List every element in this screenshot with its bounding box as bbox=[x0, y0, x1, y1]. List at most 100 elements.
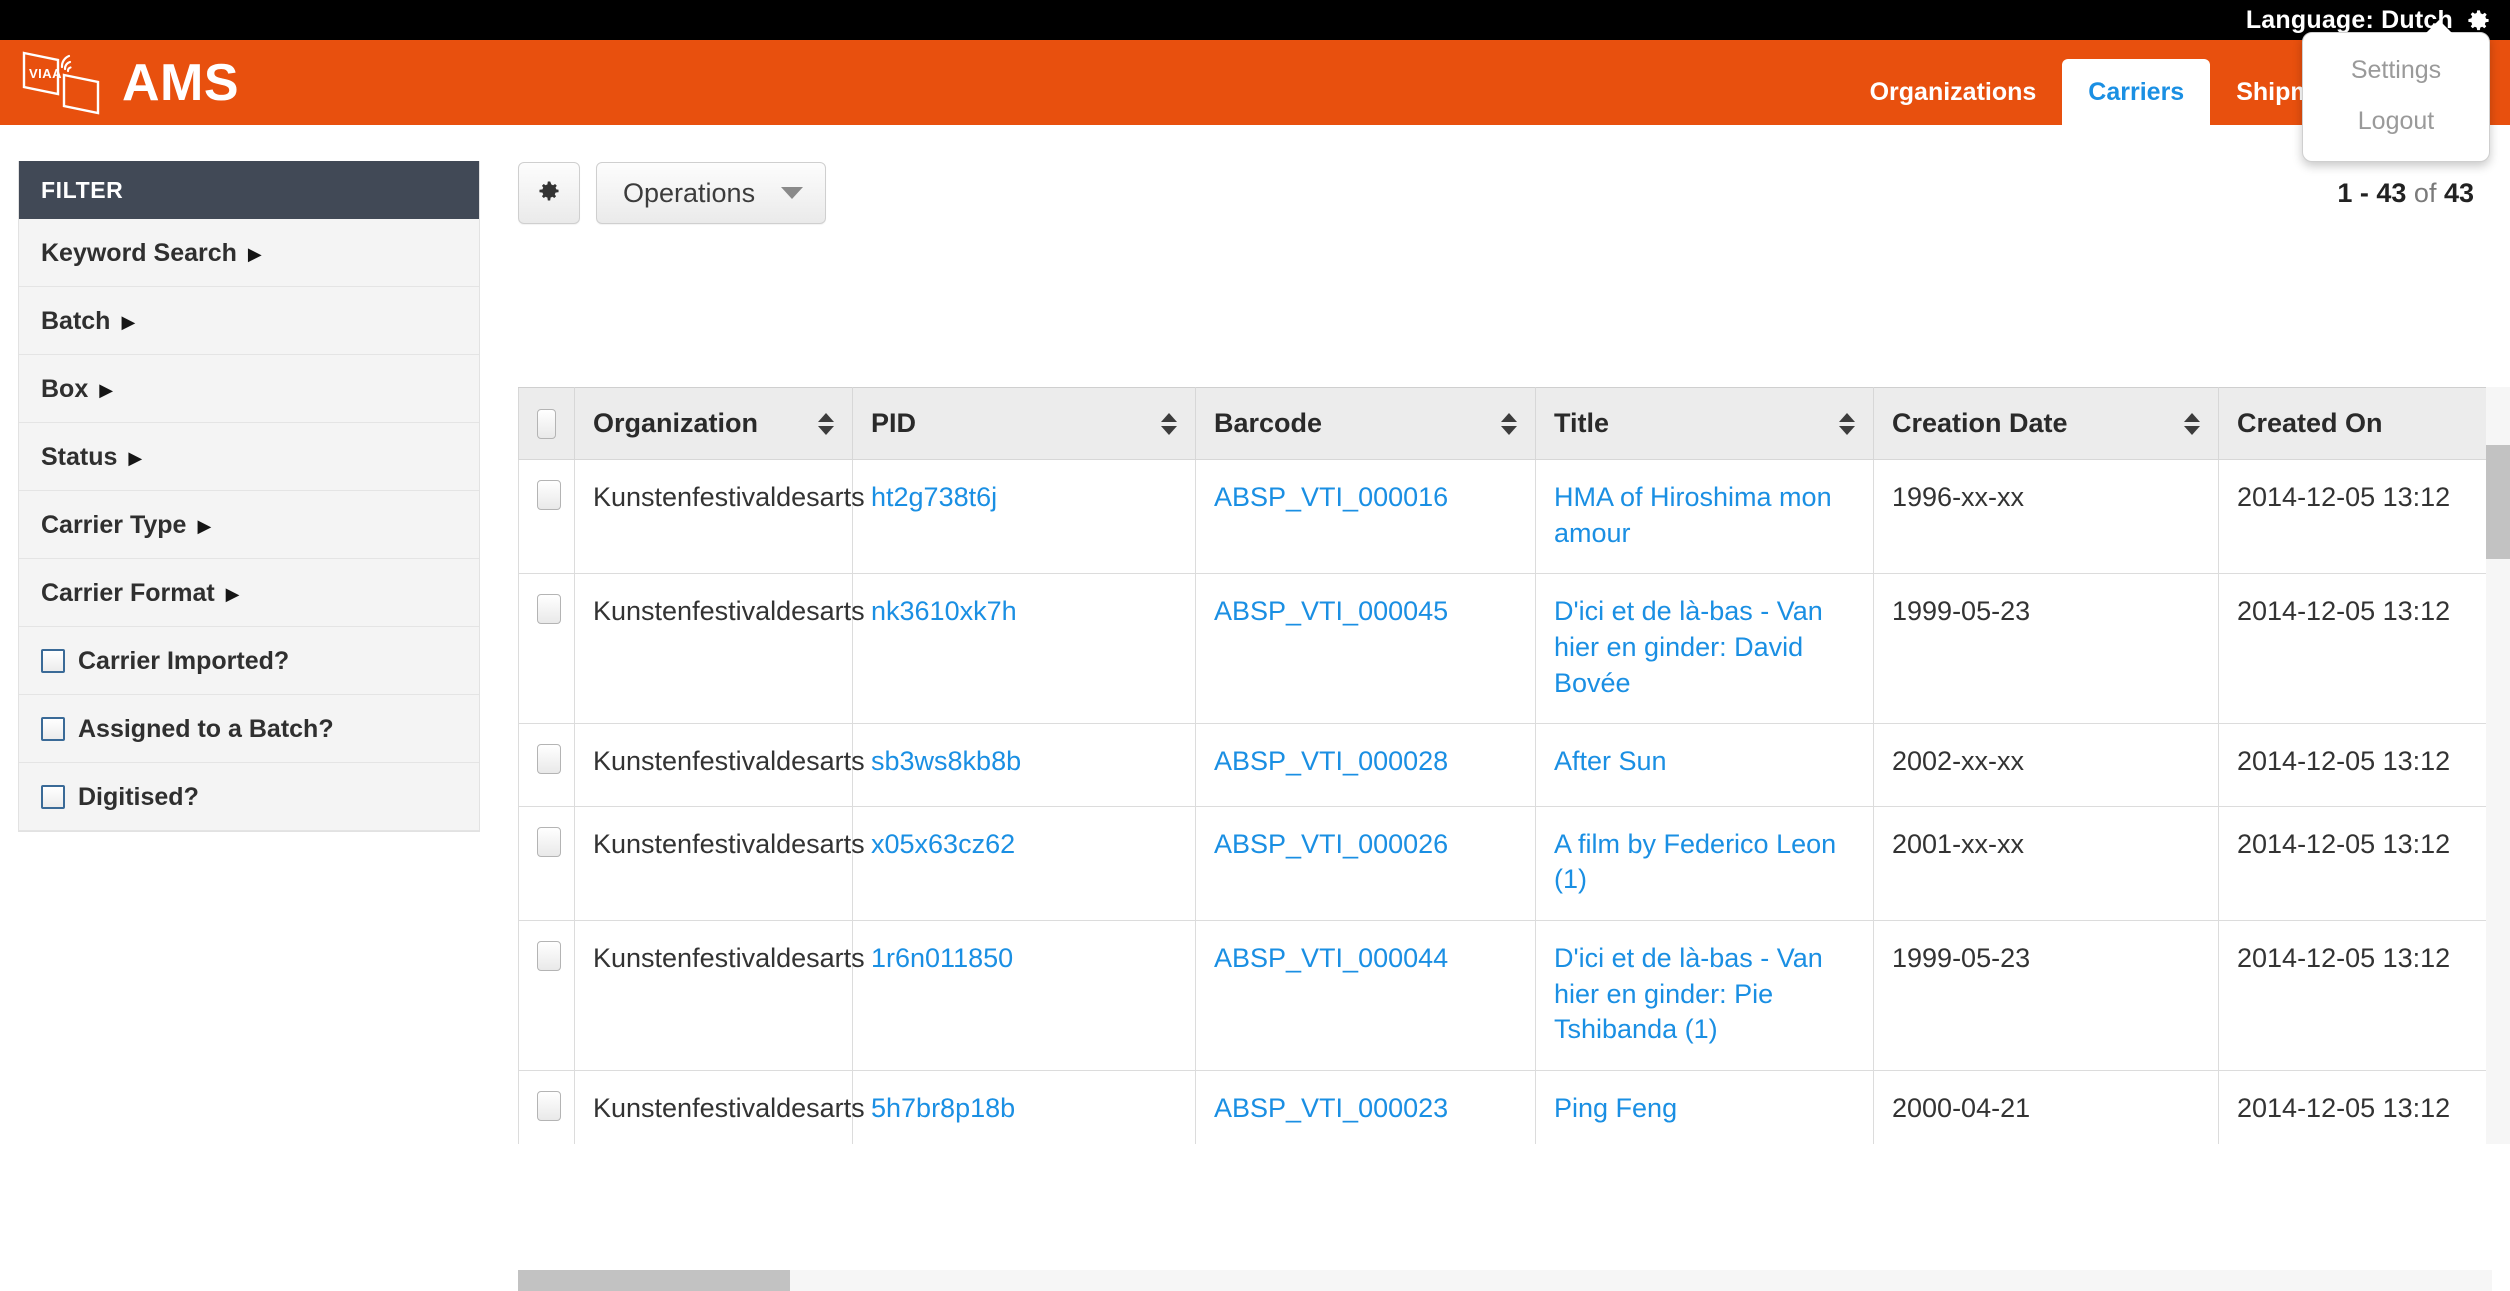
cell-barcode-link[interactable]: ABSP_VTI_000045 bbox=[1214, 596, 1448, 626]
chevron-right-icon: ▶ bbox=[121, 312, 136, 332]
brand[interactable]: VIAA AMS bbox=[0, 47, 239, 119]
cell-pid-link[interactable]: ht2g738t6j bbox=[871, 482, 997, 512]
settings-dropdown-menu: Settings Logout bbox=[2302, 20, 2490, 162]
vertical-scrollbar[interactable] bbox=[2486, 387, 2510, 1144]
cell-title-link[interactable]: HMA of Hiroshima mon amour bbox=[1554, 482, 1832, 548]
column-header-select-all[interactable] bbox=[518, 387, 575, 460]
cell-barcode-link[interactable]: ABSP_VTI_000044 bbox=[1214, 943, 1448, 973]
operations-label: Operations bbox=[623, 177, 756, 208]
filter-item-keyword-search[interactable]: Keyword Search ▶ bbox=[19, 219, 479, 287]
filter-label: Status bbox=[41, 442, 118, 471]
gear-icon[interactable] bbox=[2465, 7, 2492, 34]
select-all-checkbox[interactable] bbox=[537, 408, 556, 439]
sort-icon[interactable] bbox=[1161, 412, 1177, 435]
filter-item-carrier-imported[interactable]: Carrier Imported? bbox=[19, 627, 479, 695]
cell-pid-link[interactable]: sb3ws8kb8b bbox=[871, 746, 1021, 776]
language-label: Language: Dutch bbox=[2245, 5, 2453, 34]
cell-barcode-link[interactable]: ABSP_VTI_000016 bbox=[1214, 482, 1448, 512]
row-checkbox[interactable] bbox=[537, 941, 561, 971]
carriers-table: Organization PID Barcode Title Creation … bbox=[518, 387, 2492, 1144]
cell-barcode-link[interactable]: ABSP_VTI_000023 bbox=[1214, 1093, 1448, 1123]
cell-pid: 5h7br8p18b bbox=[852, 1069, 1196, 1144]
menu-item-logout[interactable]: Logout bbox=[2303, 98, 2489, 149]
column-header-created-on[interactable]: Created On bbox=[2218, 387, 2492, 460]
table-row: Kunstenfestivaldesarts 1r6n011850 ABSP_VTI… bbox=[518, 920, 2492, 1071]
filter-label: Carrier Imported? bbox=[78, 646, 290, 675]
checkbox-digitised[interactable] bbox=[41, 785, 65, 809]
filter-label: Box bbox=[41, 374, 89, 403]
cell-creation-date: 2001-xx-xx bbox=[1873, 805, 2219, 922]
sort-icon[interactable] bbox=[1501, 412, 1517, 435]
checkbox-assigned-to-batch[interactable] bbox=[41, 717, 65, 741]
table-row: Kunstenfestivaldesarts ht2g738t6j ABSP_VTI… bbox=[518, 458, 2492, 575]
cell-organization: Kunstenfestivaldesarts bbox=[574, 458, 865, 575]
cell-created-on: 2014-12-05 13:12 bbox=[2218, 805, 2492, 922]
horizontal-scrollbar-thumb[interactable] bbox=[518, 1270, 790, 1291]
cell-created-on: 2014-12-05 13:12 bbox=[2218, 920, 2492, 1071]
column-header-barcode[interactable]: Barcode bbox=[1195, 387, 1536, 460]
top-utility-bar: Language: Dutch bbox=[0, 0, 2510, 40]
checkbox-carrier-imported[interactable] bbox=[41, 649, 65, 673]
nav-item-carriers[interactable]: Carriers bbox=[2062, 59, 2211, 125]
cell-title-link[interactable]: After Sun bbox=[1554, 746, 1667, 776]
filter-label: Keyword Search bbox=[41, 238, 237, 267]
cell-created-on: 2014-12-05 13:12 bbox=[2218, 458, 2492, 575]
column-header-organization[interactable]: Organization bbox=[574, 387, 853, 460]
column-label: PID bbox=[871, 408, 917, 438]
row-select-cell bbox=[518, 573, 575, 725]
cell-organization: Kunstenfestivaldesarts bbox=[574, 805, 865, 922]
column-header-creation-date[interactable]: Creation Date bbox=[1873, 387, 2219, 460]
sort-icon[interactable] bbox=[818, 412, 834, 435]
filter-label: Assigned to a Batch? bbox=[78, 714, 334, 743]
cell-barcode-link[interactable]: ABSP_VTI_000028 bbox=[1214, 746, 1448, 776]
cell-pid-link[interactable]: 1r6n011850 bbox=[871, 943, 1013, 973]
content-toolbar: Operations 1 - 43 of 43 bbox=[518, 160, 2492, 226]
filter-item-carrier-format[interactable]: Carrier Format ▶ bbox=[19, 559, 479, 627]
row-checkbox[interactable] bbox=[537, 480, 561, 510]
cell-title-link[interactable]: A film by Federico Leon (1) bbox=[1554, 829, 1836, 895]
row-select-cell bbox=[518, 805, 575, 922]
filter-item-assigned-to-batch[interactable]: Assigned to a Batch? bbox=[19, 695, 479, 763]
sort-icon[interactable] bbox=[1839, 412, 1855, 435]
filter-item-digitised[interactable]: Digitised? bbox=[19, 763, 479, 831]
cell-creation-date: 1999-05-23 bbox=[1873, 573, 2219, 725]
cell-organization: Kunstenfestivaldesarts bbox=[574, 723, 865, 807]
cell-title: A film by Federico Leon (1) bbox=[1535, 805, 1874, 922]
cell-pid: ht2g738t6j bbox=[852, 458, 1196, 575]
menu-item-settings[interactable]: Settings bbox=[2303, 47, 2489, 98]
language-selector[interactable]: Language: Dutch bbox=[2246, 7, 2510, 34]
row-select-cell bbox=[518, 723, 575, 807]
cell-organization: Kunstenfestivaldesarts bbox=[574, 573, 865, 725]
cell-pid-link[interactable]: x05x63cz62 bbox=[871, 829, 1015, 859]
filter-item-status[interactable]: Status ▶ bbox=[19, 423, 479, 491]
cell-created-on: 2014-12-05 13:12 bbox=[2218, 723, 2492, 807]
horizontal-scrollbar[interactable] bbox=[518, 1270, 2492, 1291]
cell-pid: x05x63cz62 bbox=[852, 805, 1196, 922]
row-checkbox[interactable] bbox=[537, 744, 561, 775]
sort-icon[interactable] bbox=[2184, 412, 2200, 435]
row-checkbox[interactable] bbox=[537, 594, 561, 625]
cell-creation-date: 1996-xx-xx bbox=[1873, 458, 2219, 575]
filter-item-batch[interactable]: Batch ▶ bbox=[19, 287, 479, 355]
cell-title-link[interactable]: D'ici et de là-bas - Van hier en ginder:… bbox=[1554, 943, 1823, 1044]
cell-pid-link[interactable]: 5h7br8p18b bbox=[871, 1093, 1015, 1123]
cell-title-link[interactable]: D'ici et de là-bas - Van hier en ginder:… bbox=[1554, 596, 1823, 697]
filter-item-carrier-type[interactable]: Carrier Type ▶ bbox=[19, 491, 479, 559]
cell-title-link[interactable]: Ping Feng bbox=[1554, 1093, 1677, 1123]
filter-item-box[interactable]: Box ▶ bbox=[19, 355, 479, 423]
table-settings-button[interactable] bbox=[518, 162, 580, 224]
app-title: AMS bbox=[122, 53, 240, 112]
table-header-row: Organization PID Barcode Title Creation … bbox=[518, 387, 2492, 460]
cell-pid-link[interactable]: nk3610xk7h bbox=[871, 596, 1017, 626]
column-header-title[interactable]: Title bbox=[1535, 387, 1874, 460]
vertical-scrollbar-thumb[interactable] bbox=[2486, 445, 2510, 559]
filter-label: Digitised? bbox=[78, 782, 199, 811]
cell-barcode-link[interactable]: ABSP_VTI_000026 bbox=[1214, 829, 1448, 859]
row-checkbox[interactable] bbox=[537, 1090, 561, 1121]
row-checkbox[interactable] bbox=[537, 826, 561, 857]
table-row: Kunstenfestivaldesarts 5h7br8p18b ABSP_VTI… bbox=[518, 1069, 2492, 1144]
filter-label: Batch bbox=[41, 306, 111, 335]
nav-item-organizations[interactable]: Organizations bbox=[1844, 59, 2063, 125]
column-header-pid[interactable]: PID bbox=[852, 387, 1196, 460]
operations-dropdown-button[interactable]: Operations bbox=[596, 162, 827, 224]
